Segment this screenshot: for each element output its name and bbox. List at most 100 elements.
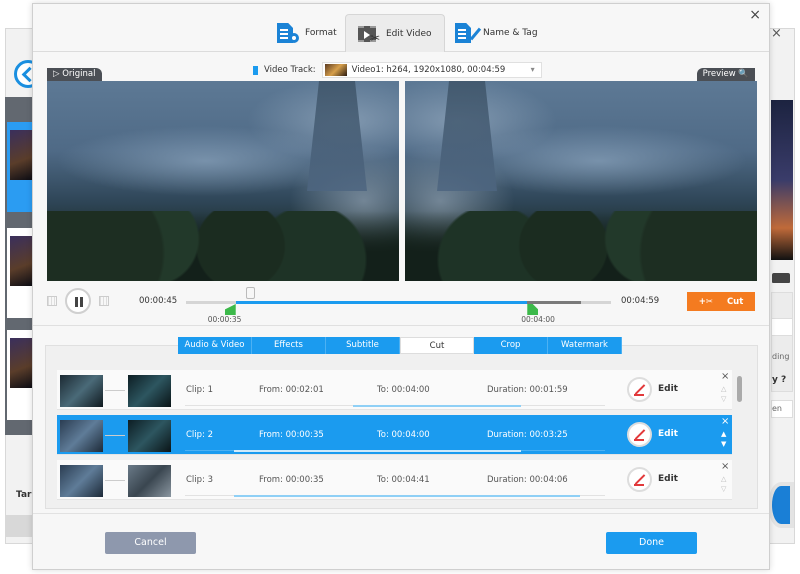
- clip-to: To: 00:04:41: [377, 475, 430, 485]
- edit-pen-icon[interactable]: [627, 467, 652, 492]
- thumbnail-connector: [105, 390, 125, 391]
- cancel-button[interactable]: Cancel: [105, 532, 196, 554]
- delete-clip-icon[interactable]: ×: [721, 371, 729, 382]
- clip-from: From: 00:00:35: [259, 430, 324, 440]
- original-video-frame: [47, 81, 399, 281]
- move-down-icon[interactable]: ▽: [721, 395, 726, 403]
- delete-clip-icon[interactable]: ×: [721, 416, 729, 427]
- prev-frame-icon[interactable]: [47, 296, 57, 306]
- divider: [33, 513, 769, 514]
- move-up-icon[interactable]: ▲: [721, 430, 726, 438]
- tab-cut[interactable]: Cut: [400, 337, 474, 354]
- background-bar: [5, 515, 33, 537]
- total-time: 00:04:59: [621, 296, 660, 306]
- tab-watermark[interactable]: Watermark: [548, 337, 622, 354]
- move-down-icon[interactable]: ▽: [721, 485, 726, 493]
- clip-row[interactable]: Clip: 2 From: 00:00:35 To: 00:04:00 Dura…: [57, 415, 732, 455]
- clip-range-bar: [185, 495, 605, 497]
- cut-label: Cut: [726, 296, 744, 307]
- timeline-slider[interactable]: [186, 301, 611, 304]
- clip-row[interactable]: Clip: 1 From: 00:02:01 To: 00:04:00 Dura…: [57, 370, 732, 410]
- top-tab-bar: Format ✂ Edit Video Name & Tag: [33, 14, 769, 52]
- tab-audio-video[interactable]: Audio & Video: [178, 337, 252, 354]
- background-thumbnail: [10, 130, 32, 180]
- background-button[interactable]: en: [771, 400, 793, 418]
- edit-tab-bar: Audio & Video Effects Subtitle Cut Crop …: [178, 337, 622, 354]
- next-frame-icon[interactable]: [99, 296, 109, 306]
- clip-number: Clip: 3: [186, 475, 214, 485]
- tab-crop[interactable]: Crop: [474, 337, 548, 354]
- clip-duration: Duration: 00:03:25: [487, 430, 568, 440]
- background-run-button[interactable]: [768, 482, 794, 528]
- folder-icon[interactable]: [772, 273, 790, 283]
- edit-clip-button[interactable]: Edit: [658, 474, 678, 484]
- timeline-selection: [235, 301, 528, 304]
- background-thumbnail: [10, 236, 32, 286]
- video-track-icon: [253, 65, 258, 75]
- preview-video-frame: [405, 81, 757, 281]
- edit-clip-button[interactable]: Edit: [658, 429, 678, 439]
- clip-number: Clip: 2: [186, 430, 214, 440]
- thumbnail-connector: [105, 435, 125, 436]
- original-label[interactable]: ▷ Original: [47, 68, 102, 81]
- background-input[interactable]: [771, 318, 793, 336]
- video-track-label: Video Track:: [264, 65, 316, 75]
- end-marker-handle[interactable]: [527, 304, 539, 315]
- video-track-select[interactable]: Video1: h264, 1920x1080, 00:04:59 ▾: [321, 62, 542, 78]
- clip-start-thumbnail: [60, 420, 103, 452]
- clip-end-thumbnail: [128, 465, 171, 497]
- delete-clip-icon[interactable]: ×: [721, 461, 729, 472]
- clip-start-thumbnail: [60, 465, 103, 497]
- background-preview-image: [771, 100, 793, 260]
- add-cut-icon: +✂: [698, 296, 713, 307]
- clip-range-fill: [234, 495, 580, 497]
- tab-subtitle[interactable]: Subtitle: [326, 337, 400, 354]
- background-text: ding: [772, 352, 790, 361]
- tab-label: Edit Video: [386, 28, 432, 39]
- clip-end-thumbnail: [128, 375, 171, 407]
- divider: [33, 325, 769, 326]
- background-close-icon[interactable]: ×: [771, 26, 782, 41]
- current-time: 00:00:45: [139, 296, 178, 306]
- background-label: Tar: [16, 490, 32, 500]
- chevron-down-icon: ▾: [530, 65, 535, 74]
- tab-name-tag[interactable]: Name & Tag: [443, 14, 550, 52]
- clip-to: To: 00:04:00: [377, 385, 430, 395]
- tab-label: Name & Tag: [483, 28, 538, 38]
- clip-range-bar: [185, 450, 605, 452]
- preview-button[interactable]: Preview 🔍: [696, 68, 755, 81]
- video-track-row: Video Track: Video1: h264, 1920x1080, 00…: [253, 62, 542, 78]
- tab-format[interactable]: Format: [265, 14, 349, 52]
- clip-from: From: 00:00:35: [259, 475, 324, 485]
- timeline-remaining: [527, 301, 582, 304]
- clip-duration: Duration: 00:01:59: [487, 385, 568, 395]
- clip-start-thumbnail: [60, 375, 103, 407]
- cut-button[interactable]: +✂ Cut: [687, 292, 755, 311]
- clip-list-scrollbar[interactable]: [737, 376, 742, 402]
- thumbnail-connector: [105, 480, 125, 481]
- move-down-icon[interactable]: ▼: [721, 440, 726, 448]
- playhead-handle[interactable]: [245, 287, 255, 299]
- track-thumbnail: [324, 64, 347, 76]
- clip-range-fill: [353, 405, 521, 407]
- end-marker-time: 00:04:00: [521, 315, 555, 324]
- pause-button[interactable]: [65, 288, 91, 314]
- start-marker-handle[interactable]: [224, 304, 236, 315]
- done-button[interactable]: Done: [606, 532, 697, 554]
- name-tag-icon: [455, 23, 482, 43]
- background-text: y ?: [772, 375, 787, 385]
- move-up-icon[interactable]: △: [721, 475, 726, 483]
- video-track-value: Video1: h264, 1920x1080, 00:04:59: [351, 65, 506, 75]
- edit-clip-button[interactable]: Edit: [658, 384, 678, 394]
- clip-duration: Duration: 00:04:06: [487, 475, 568, 485]
- start-marker-time: 00:00:35: [207, 315, 242, 324]
- clip-from: From: 00:02:01: [259, 385, 324, 395]
- tab-effects[interactable]: Effects: [252, 337, 326, 354]
- edit-video-icon: ✂: [358, 24, 380, 44]
- background-thumbnail: [10, 338, 32, 388]
- move-up-icon[interactable]: △: [721, 385, 726, 393]
- edit-pen-icon[interactable]: [627, 422, 652, 447]
- tab-edit-video[interactable]: ✂ Edit Video: [345, 14, 445, 52]
- clip-row[interactable]: Clip: 3 From: 00:00:35 To: 00:04:41 Dura…: [57, 460, 732, 500]
- edit-pen-icon[interactable]: [627, 377, 652, 402]
